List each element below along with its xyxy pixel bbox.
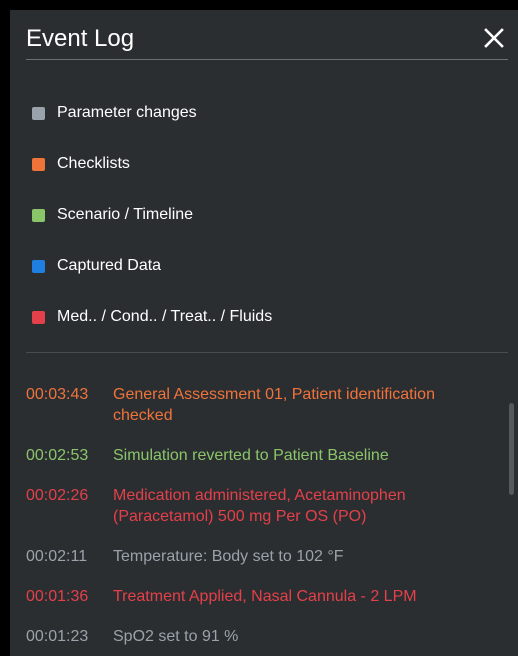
panel-title: Event Log — [26, 25, 135, 52]
log-message: Temperature: Body set to 102 °F — [113, 548, 344, 565]
legend-item[interactable]: Scenario / Timeline — [32, 202, 272, 228]
legend-swatch — [32, 208, 45, 222]
log-message: Medication administered, Acetaminophen (… — [113, 487, 406, 525]
legend-divider — [26, 352, 508, 353]
scrollbar-thumb[interactable] — [509, 403, 514, 495]
log-entry[interactable]: 00:01:23 SpO2 set to 91 % — [26, 626, 496, 647]
log-timestamp: 00:01:36 — [26, 588, 89, 605]
legend-label: Scenario / Timeline — [57, 206, 194, 223]
log-entry[interactable]: 00:03:43 General Assessment 01, Patient i… — [26, 384, 496, 426]
log-message: General Assessment 01, Patient identific… — [113, 386, 435, 424]
log-timestamp: 00:01:23 — [26, 628, 89, 645]
event-log-panel: Event Log Parameter changes Checklists Sce… — [10, 10, 518, 656]
legend-swatch — [32, 157, 45, 171]
close-icon[interactable] — [482, 26, 506, 50]
event-list: 00:03:43 General Assessment 01, Patient i… — [26, 384, 496, 656]
category-legend: Parameter changes Checklists Scenario / Ti… — [32, 100, 272, 355]
panel-header: Event Log — [26, 24, 508, 60]
legend-label: Parameter changes — [57, 104, 197, 121]
log-timestamp: 00:02:53 — [26, 447, 89, 464]
legend-swatch — [32, 310, 45, 324]
header-divider — [26, 59, 508, 60]
log-entry[interactable]: 00:02:26 Medication administered, Acetami… — [26, 485, 496, 527]
log-timestamp: 00:02:26 — [26, 487, 89, 504]
legend-item[interactable]: Parameter changes — [32, 100, 272, 126]
legend-swatch — [32, 259, 45, 273]
log-message: SpO2 set to 91 % — [113, 628, 239, 645]
log-entry[interactable]: 00:01:36 Treatment Applied, Nasal Cannula… — [26, 586, 496, 607]
log-message: Simulation reverted to Patient Baseline — [113, 447, 389, 464]
log-timestamp: 00:02:11 — [26, 548, 88, 565]
legend-item[interactable]: Captured Data — [32, 253, 272, 279]
legend-swatch — [32, 106, 45, 120]
log-entry[interactable]: 00:02:11 Temperature: Body set to 102 °F — [26, 546, 496, 567]
legend-label: Captured Data — [57, 257, 162, 274]
legend-item[interactable]: Med.. / Cond.. / Treat.. / Fluids — [32, 304, 272, 330]
log-message: Treatment Applied, Nasal Cannula - 2 LPM — [113, 588, 417, 605]
legend-item[interactable]: Checklists — [32, 151, 272, 177]
legend-label: Med.. / Cond.. / Treat.. / Fluids — [57, 308, 273, 325]
legend-label: Checklists — [57, 155, 130, 172]
log-entry[interactable]: 00:02:53 Simulation reverted to Patient B… — [26, 445, 496, 466]
log-timestamp: 00:03:43 — [26, 386, 89, 403]
